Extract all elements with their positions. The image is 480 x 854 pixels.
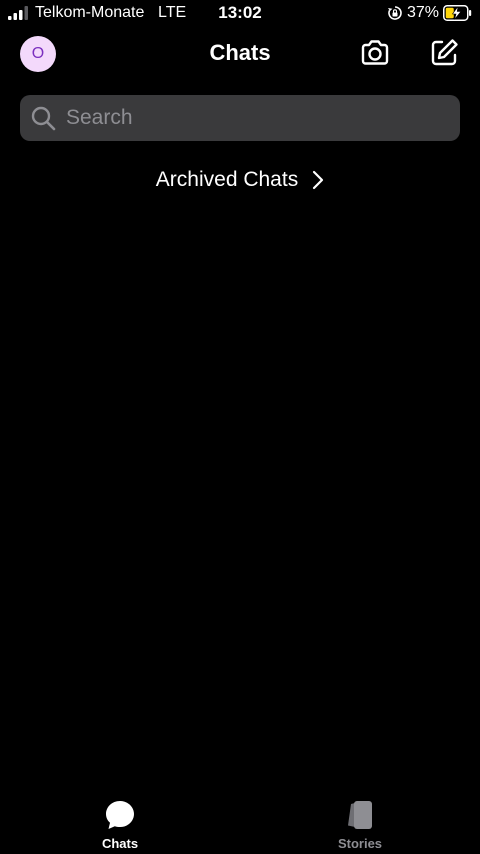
- tab-stories-label: Stories: [337, 836, 383, 851]
- camera-button[interactable]: [358, 36, 392, 70]
- tab-chats-label: Chats: [101, 836, 139, 851]
- battery-percentage: 37%: [407, 4, 440, 21]
- stories-icon: [348, 801, 372, 829]
- search-input[interactable]: [64, 105, 448, 131]
- search-bar[interactable]: [20, 95, 460, 141]
- camera-icon: [361, 40, 389, 65]
- tab-stories[interactable]: Stories: [300, 798, 420, 851]
- chat-bubble-icon: [106, 801, 134, 829]
- status-bar: Telkom-Monate LTE 13:02 37%: [0, 0, 480, 28]
- compose-button[interactable]: [427, 36, 461, 70]
- battery-charging-icon: [443, 5, 472, 21]
- tab-chats[interactable]: Chats: [60, 798, 180, 851]
- search-icon: [31, 106, 56, 131]
- orientation-lock-icon: [388, 6, 402, 20]
- compose-icon: [431, 39, 458, 66]
- chevron-right-icon: [313, 170, 324, 190]
- archived-chats-label: Archived Chats: [155, 168, 299, 191]
- archived-chats-link[interactable]: Archived Chats: [0, 168, 480, 192]
- page-title: Chats: [209, 40, 271, 65]
